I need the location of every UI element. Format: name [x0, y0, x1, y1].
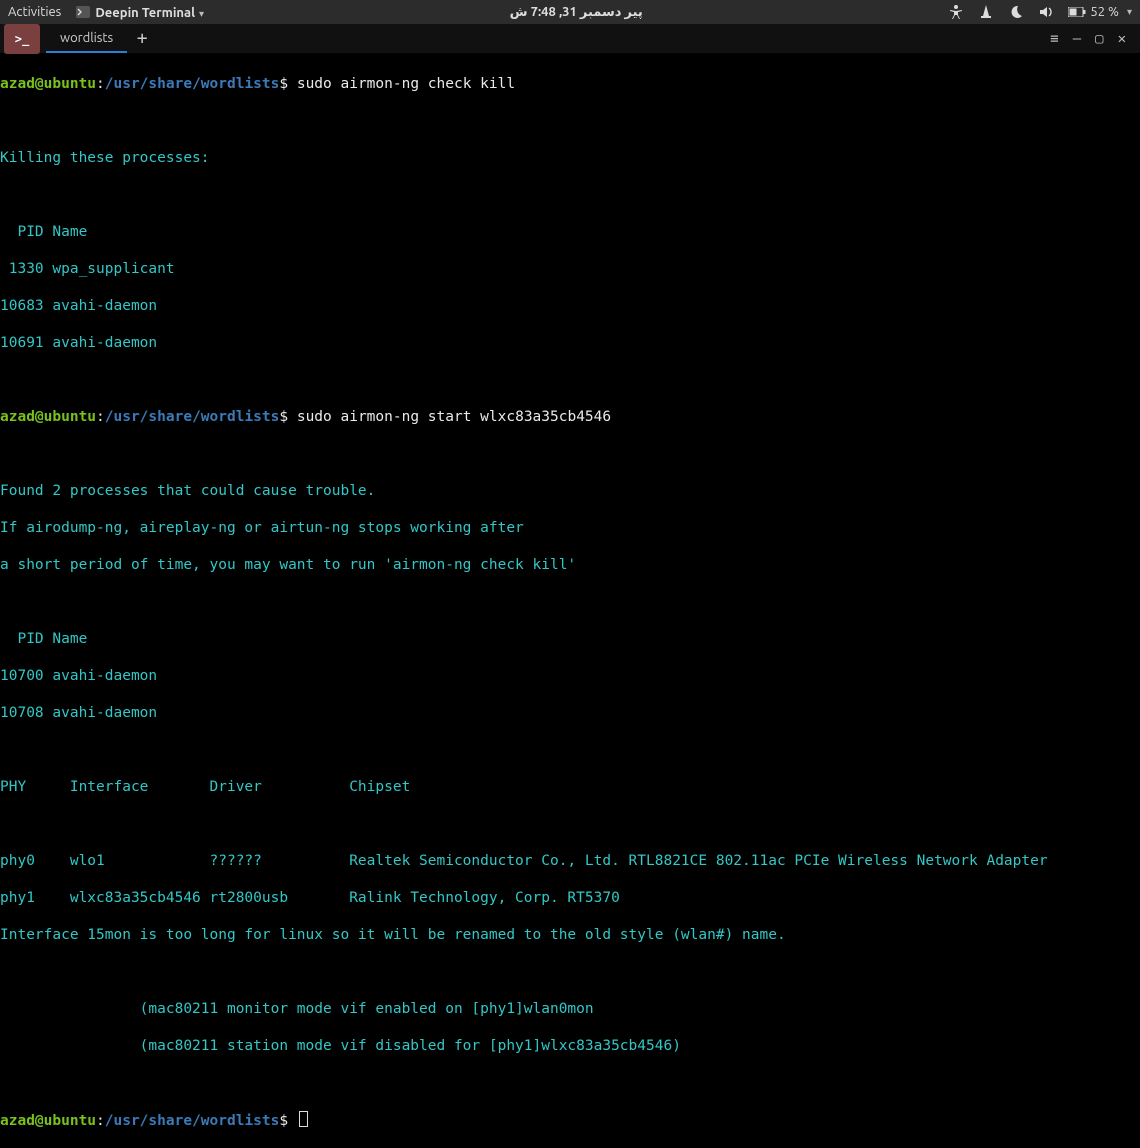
volume-icon[interactable] [1038, 4, 1054, 20]
output-line: (mac80211 monitor mode vif enabled on [p… [0, 1000, 1140, 1019]
terminal-output[interactable]: azad@ubuntu:/usr/share/wordlists$ sudo a… [0, 54, 1140, 1148]
terminal-icon [75, 4, 91, 20]
accessibility-icon[interactable] [948, 4, 964, 20]
battery-indicator[interactable]: 52 %▾ [1068, 5, 1132, 19]
chevron-down-icon: ▾ [1123, 6, 1132, 18]
battery-icon [1068, 7, 1086, 17]
app-menu[interactable]: Deepin Terminal▾ [75, 4, 204, 20]
minimize-button[interactable]: — [1073, 31, 1081, 47]
output-line: 10691 avahi-daemon [0, 334, 1140, 353]
output-line: phy0 wlo1 ?????? Realtek Semiconductor C… [0, 852, 1140, 871]
system-topbar: Activities Deepin Terminal▾ پیر دسمبر 31… [0, 0, 1140, 24]
output-line: (mac80211 station mode vif disabled for … [0, 1037, 1140, 1056]
output-line: phy1 wlxc83a35cb4546 rt2800usb Ralink Te… [0, 889, 1140, 908]
vlc-icon[interactable] [978, 4, 994, 20]
output-line: 1330 wpa_supplicant [0, 260, 1140, 279]
tab-wordlists[interactable]: wordlists [46, 24, 127, 53]
chevron-down-icon: ▾ [195, 8, 204, 19]
output-line: a short period of time, you may want to … [0, 556, 1140, 575]
menu-button[interactable]: ≡ [1050, 31, 1058, 47]
command-1: sudo airmon-ng check kill [297, 76, 515, 92]
terminal-tabbar: >_ wordlists + ≡ — ▢ ✕ [0, 24, 1140, 54]
prompt-userhost: azad@ubuntu [0, 76, 96, 92]
prompt-cwd: /usr/share/wordlists [105, 1113, 280, 1129]
cursor [299, 1111, 308, 1127]
command-2: sudo airmon-ng start wlxc83a35cb4546 [297, 409, 611, 425]
output-line: 10700 avahi-daemon [0, 667, 1140, 686]
activities-button[interactable]: Activities [8, 5, 61, 19]
moon-icon[interactable] [1008, 4, 1024, 20]
output-line: PID Name [0, 223, 1140, 242]
output-line: PHY Interface Driver Chipset [0, 778, 1140, 797]
output-line: 10708 avahi-daemon [0, 704, 1140, 723]
maximize-button[interactable]: ▢ [1095, 31, 1103, 47]
new-tab-button[interactable]: + [127, 28, 157, 49]
clock[interactable]: پیر دسمبر 31, 7:48 ش [204, 5, 948, 20]
output-line: 10683 avahi-daemon [0, 297, 1140, 316]
prompt-cwd: /usr/share/wordlists [105, 409, 280, 425]
output-line: PID Name [0, 630, 1140, 649]
close-button[interactable]: ✕ [1118, 31, 1126, 47]
output-line: Interface 15mon is too long for linux so… [0, 926, 1140, 945]
output-line: Killing these processes: [0, 149, 1140, 168]
prompt-userhost: azad@ubuntu [0, 1113, 96, 1129]
terminal-app-icon: >_ [4, 24, 40, 54]
prompt-userhost: azad@ubuntu [0, 409, 96, 425]
output-line: Found 2 processes that could cause troub… [0, 482, 1140, 501]
prompt-cwd: /usr/share/wordlists [105, 76, 280, 92]
output-line: If airodump-ng, aireplay-ng or airtun-ng… [0, 519, 1140, 538]
